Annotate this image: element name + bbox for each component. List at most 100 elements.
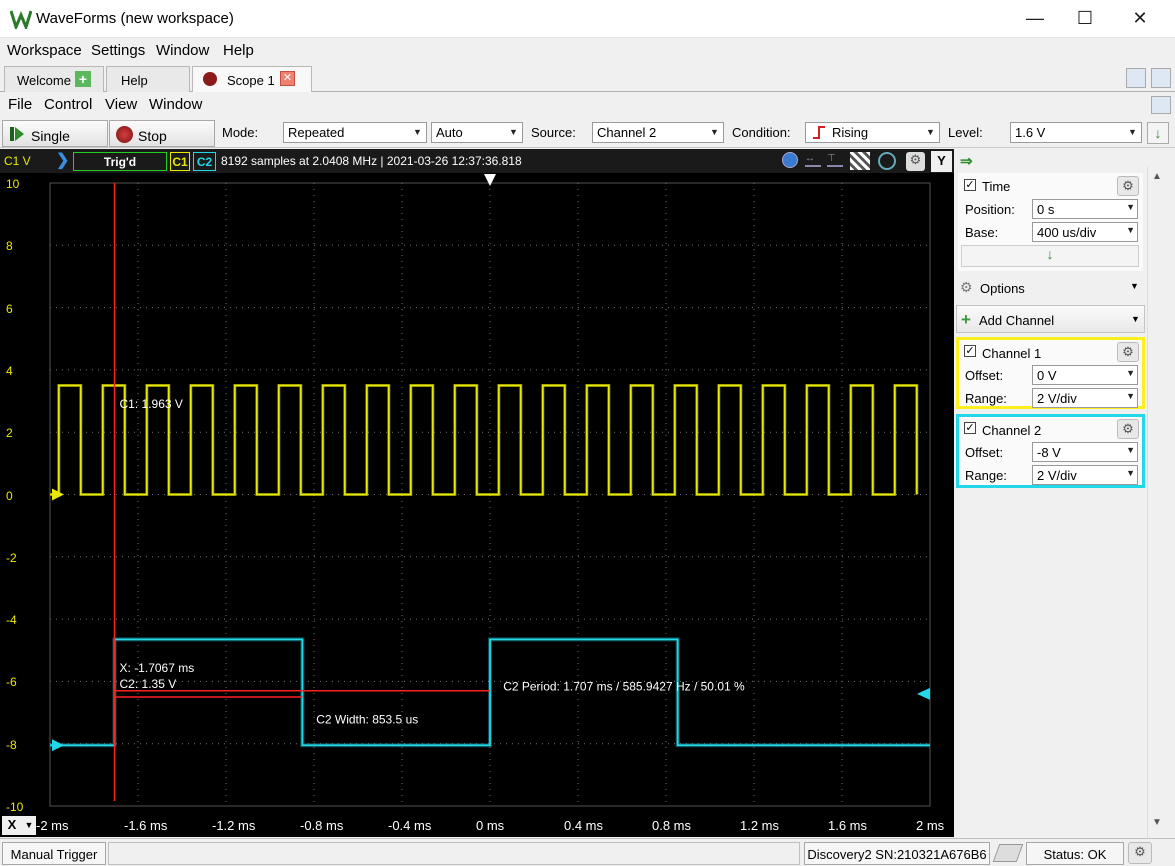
x-tick-label: 1.6 ms xyxy=(828,818,868,833)
menu-control[interactable]: Control xyxy=(44,96,92,113)
menu-settings[interactable]: Settings xyxy=(91,42,145,59)
single-button[interactable]: Single xyxy=(2,120,108,147)
status-bar: Manual Trigger Discovery2 SN:210321A676B… xyxy=(0,838,1175,866)
menu-scope-window[interactable]: Window xyxy=(149,96,202,113)
cursor-c2-value: C2: 1.35 V xyxy=(120,677,177,691)
window-title: WaveForms (new workspace) xyxy=(36,10,234,27)
auto-select[interactable]: Auto ▼ xyxy=(431,122,523,143)
maximize-button[interactable]: ☐ xyxy=(1060,0,1110,36)
scroll-down-icon[interactable]: ▼ xyxy=(1152,817,1162,828)
x-tick-label: -2 ms xyxy=(36,818,69,833)
y-axis-button[interactable]: Y xyxy=(931,151,952,172)
chevron-down-icon[interactable]: ▼ xyxy=(22,816,36,835)
time-checkbox[interactable]: ✓ xyxy=(964,179,976,191)
x-tick-label: -1.2 ms xyxy=(212,818,256,833)
dock-window-icon[interactable] xyxy=(1126,68,1146,88)
channel-1-gear-icon[interactable]: ⚙ xyxy=(1117,342,1139,362)
arrow-right-icon[interactable]: ⇒ xyxy=(960,152,973,170)
chevron-down-icon: ▼ xyxy=(1126,368,1135,378)
chevron-down-icon: ▼ xyxy=(1126,225,1135,235)
menu-view[interactable]: View xyxy=(105,96,137,113)
status-gear-icon[interactable]: ⚙ xyxy=(1128,842,1152,864)
split-window-icon[interactable] xyxy=(1151,68,1171,88)
y-tick-label: 4 xyxy=(6,363,13,378)
time-gear-icon[interactable]: ⚙ xyxy=(1117,176,1139,196)
level-label: Level: xyxy=(948,125,983,140)
chevron-down-icon: ▼ xyxy=(1130,281,1139,291)
gear-icon[interactable]: ⚙ xyxy=(906,152,925,171)
manual-trigger-button[interactable]: Manual Trigger xyxy=(2,842,106,865)
title-bar: WaveForms (new workspace) — ☐ ✕ xyxy=(0,0,1175,38)
main-menu-bar: Workspace Settings Window Help xyxy=(0,38,1175,64)
mode-label: Mode: xyxy=(222,125,259,140)
waveform-plot[interactable]: C1: 1.963 V X: -1.7067 ms C2: 1.35 V C2 Wid… xyxy=(0,173,954,813)
zoom-in-icon[interactable] xyxy=(782,152,798,168)
tab-help[interactable]: Help xyxy=(106,66,190,92)
trigger-level-marker xyxy=(917,687,930,700)
channel-2-checkbox[interactable]: ✓ xyxy=(964,422,976,434)
close-tab-icon[interactable]: ✕ xyxy=(280,71,295,86)
stop-button[interactable]: Stop xyxy=(109,120,215,147)
condition-label: Condition: xyxy=(732,125,791,140)
time-base-value: 400 us/div xyxy=(1037,225,1097,240)
source-select[interactable]: Channel 2 ▼ xyxy=(592,122,724,143)
magnifier-icon[interactable] xyxy=(878,152,896,170)
grid-toggle-icon[interactable] xyxy=(850,152,870,170)
cursor-snap-icon[interactable]: ↔ xyxy=(805,153,821,167)
restore-window-icon[interactable] xyxy=(1151,96,1171,114)
channel-1-offset-select[interactable]: 0 V ▼ xyxy=(1032,365,1138,385)
source-label: Source: xyxy=(531,125,576,140)
plus-icon: + xyxy=(961,310,971,329)
panel-scrollbar[interactable]: ▲ ▼ xyxy=(1147,167,1171,837)
tab-scope-1[interactable]: Scope 1 ✕ xyxy=(192,66,312,93)
menu-file[interactable]: File xyxy=(8,96,32,113)
time-base-select[interactable]: 400 us/div ▼ xyxy=(1032,222,1138,242)
arrow-right-icon[interactable]: ❯ xyxy=(56,150,69,170)
channel-2-offset-value: -8 V xyxy=(1037,445,1061,460)
menu-workspace[interactable]: Workspace xyxy=(7,42,82,59)
channel-1-checkbox[interactable]: ✓ xyxy=(964,345,976,357)
minimize-button[interactable]: — xyxy=(1010,0,1060,36)
acquisition-info: 8192 samples at 2.0408 MHz | 2021-03-26 … xyxy=(221,154,522,168)
plot-area[interactable]: C1: 1.963 V X: -1.7067 ms C2: 1.35 V C2 Wid… xyxy=(0,173,954,814)
y-tick-label: 6 xyxy=(6,301,13,316)
channel-2-badge[interactable]: C2 xyxy=(193,152,216,171)
y-tick-label: -2 xyxy=(6,550,17,565)
time-apply-arrow-icon[interactable]: ↓ xyxy=(961,245,1139,267)
x-tick-label: -1.6 ms xyxy=(124,818,168,833)
apply-level-icon[interactable]: ↓ xyxy=(1147,122,1169,144)
mode-select[interactable]: Repeated ▼ xyxy=(283,122,427,143)
x-axis: X ▼ -2 ms -1.6 ms -1.2 ms -0.8 ms -0.4 ms 0 m… xyxy=(0,813,954,837)
condition-select[interactable]: Rising ▼ xyxy=(805,122,940,143)
chevron-down-icon: ▼ xyxy=(926,127,935,137)
add-channel-button[interactable]: + Add Channel ▼ xyxy=(956,305,1145,333)
channel-2-offset-select[interactable]: -8 V ▼ xyxy=(1032,442,1138,462)
offset-label: Offset: xyxy=(965,445,1004,460)
stop-indicator-icon xyxy=(203,72,217,86)
channel-2-gear-icon[interactable]: ⚙ xyxy=(1117,419,1139,439)
time-position-select[interactable]: 0 s ▼ xyxy=(1032,199,1138,219)
tab-welcome[interactable]: Welcome + xyxy=(4,66,104,92)
scroll-up-icon[interactable]: ▲ xyxy=(1152,171,1162,182)
device-icon[interactable] xyxy=(992,844,1024,862)
cursor-add-icon[interactable]: ⊤ xyxy=(827,153,843,167)
y-tick-label: -8 xyxy=(6,737,17,752)
level-select[interactable]: 1.6 V ▼ xyxy=(1010,122,1142,143)
menu-help[interactable]: Help xyxy=(223,42,254,59)
add-tab-icon[interactable]: + xyxy=(75,71,91,87)
channel-2-title: Channel 2 xyxy=(982,423,1042,438)
menu-window[interactable]: Window xyxy=(156,42,209,59)
close-button[interactable]: ✕ xyxy=(1115,0,1165,36)
chevron-down-icon: ▼ xyxy=(1126,445,1135,455)
device-info[interactable]: Discovery2 SN:210321A676B6 xyxy=(804,842,990,865)
channel-1-badge[interactable]: C1 xyxy=(170,152,190,171)
range-label: Range: xyxy=(965,391,1007,406)
time-position-value: 0 s xyxy=(1037,202,1055,217)
channel-1-range-select[interactable]: 2 V/div ▼ xyxy=(1032,388,1138,408)
tab-help-label: Help xyxy=(121,73,148,88)
options-row[interactable]: ⚙ Options ▼ xyxy=(958,277,1143,301)
channel-2-range-select[interactable]: 2 V/div ▼ xyxy=(1032,465,1138,485)
chevron-down-icon: ▼ xyxy=(710,127,719,137)
y-tick-label: 0 xyxy=(6,488,13,503)
x-axis-button[interactable]: X xyxy=(2,816,22,835)
